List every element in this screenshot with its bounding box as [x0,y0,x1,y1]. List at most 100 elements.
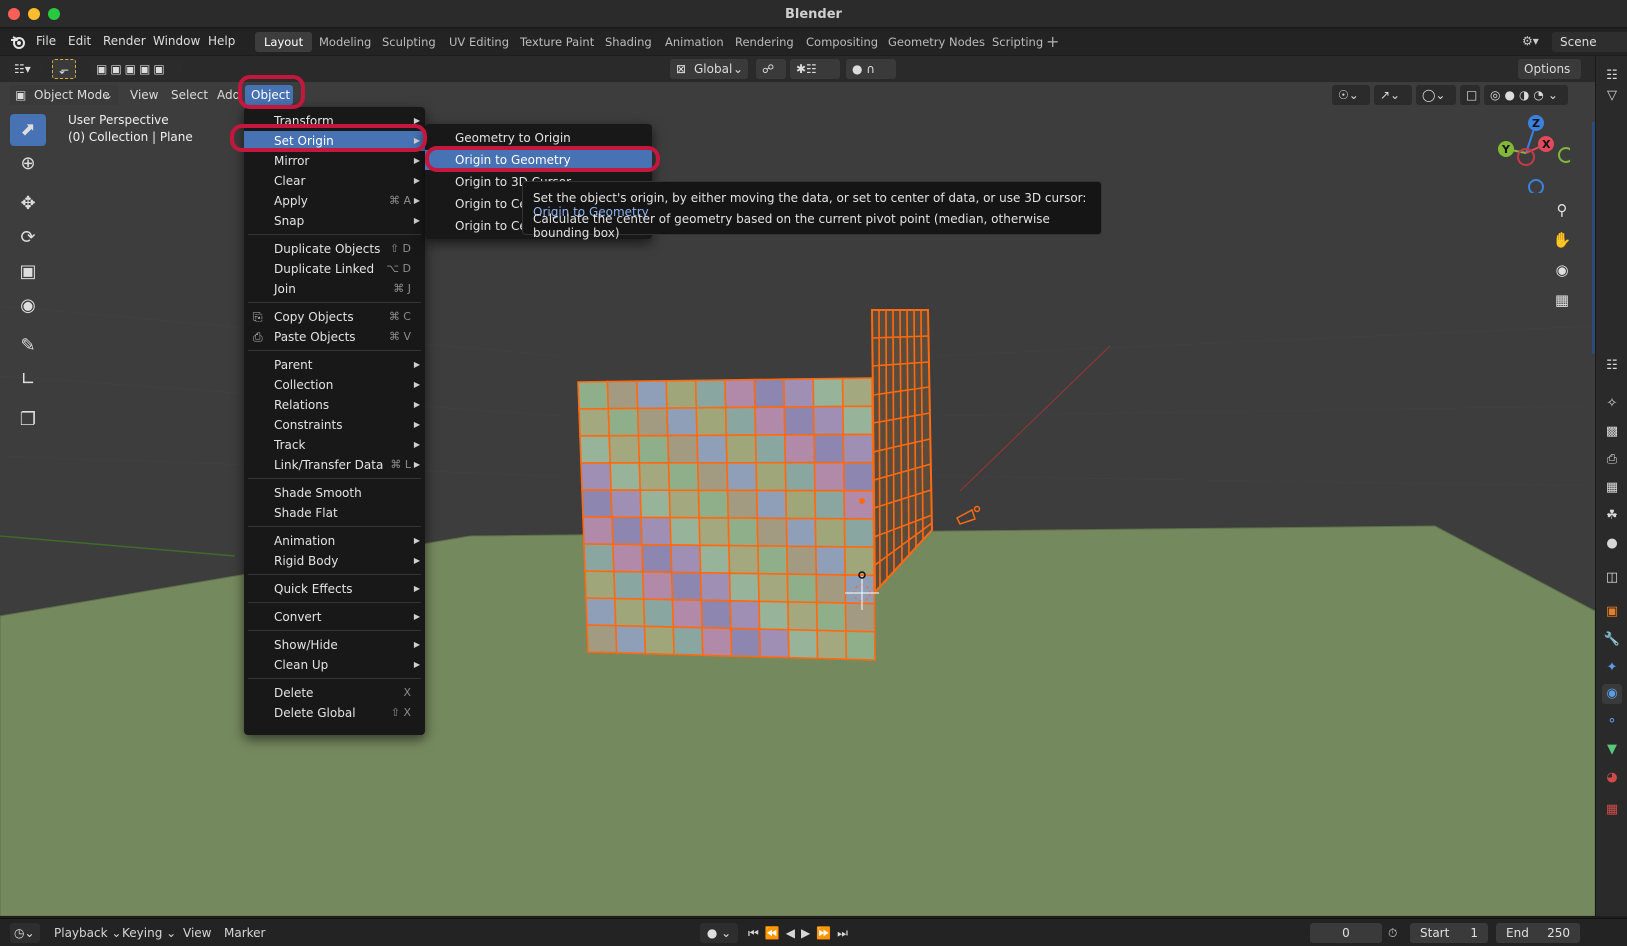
tab-geometry-nodes[interactable]: Geometry Nodes [879,32,994,52]
cursor-icon[interactable]: ⊕ [10,148,46,180]
tab-shading[interactable]: Shading [596,32,661,52]
scene-properties-icon[interactable]: ☘ [1602,506,1622,526]
navigation-gizmo[interactable]: Z Y X [1490,111,1570,193]
record-button[interactable]: ● ⌄ [700,923,738,943]
tab-rendering[interactable]: Rendering [726,32,803,52]
texture-icon[interactable]: ▦ [1602,800,1622,820]
material-icon[interactable]: ◕ [1602,768,1622,788]
scene-icon[interactable]: ⚙▾ [1522,34,1539,48]
grid-icon[interactable]: ▦ [1548,286,1576,314]
object-menu-item[interactable]: Animation ▶ [244,531,425,551]
particles-icon[interactable]: ✦ [1602,658,1622,678]
snap-toggle[interactable]: ✱☷ [790,59,840,79]
transform-icon[interactable]: ◉ [10,290,46,322]
menu-keying[interactable]: Keying ⌄ [122,926,176,940]
select-box-icon[interactable]: ⬈ [10,114,46,146]
tool-properties-icon[interactable]: ✧ [1602,394,1622,414]
object-menu-item[interactable]: Show/Hide ▶ [244,635,425,655]
set-origin-item[interactable]: Geometry to Origin [425,128,652,148]
visibility-icon[interactable]: ☉⌄ [1332,85,1370,105]
stopwatch-icon[interactable]: ⏱ [1388,926,1397,941]
tab-compositing[interactable]: Compositing [797,32,887,52]
tab-uv-editing[interactable]: UV Editing [440,32,518,52]
start-frame-field[interactable]: Start 1 [1410,923,1488,943]
measure-icon[interactable]: ∟ [10,364,46,396]
selection-mode-icons[interactable]: ▣▣▣▣▣ [90,59,182,79]
object-menu-item[interactable]: Quick Effects ▶ [244,579,425,599]
object-menu-item[interactable]: Duplicate Linked ⌥ D [244,259,425,279]
tab-texture-paint[interactable]: Texture Paint [511,32,603,52]
physics-icon[interactable]: ◉ [1602,684,1622,704]
scale-icon[interactable]: ▣ [10,256,46,288]
menu-playback[interactable]: Playback ⌄ [54,926,121,940]
object-properties-icon[interactable]: ▣ [1602,602,1622,622]
object-menu-item[interactable]: Rigid Body ▶ [244,551,425,571]
add-workspace-icon[interactable]: + [1046,32,1059,51]
rotate-icon[interactable]: ⟳ [10,222,46,254]
tab-layout[interactable]: Layout [255,32,313,52]
filter-icon[interactable]: ▽ [1602,86,1622,106]
menu-timeline-view[interactable]: View [183,926,211,940]
collection-properties-icon[interactable]: ◫ [1602,568,1622,588]
tab-modeling[interactable]: Modeling [310,32,380,52]
tab-animation[interactable]: Animation [656,32,733,52]
object-menu-item[interactable]: Relations ▶ [244,395,425,415]
object-menu-item[interactable]: Snap ▶ [244,211,425,231]
menu-select[interactable]: Select [171,88,208,102]
object-menu-item[interactable]: Convert ▶ [244,607,425,627]
scene-selector[interactable]: Scene [1552,32,1627,52]
camera-icon[interactable]: ◉ [1548,256,1576,284]
outliner-icon[interactable]: ☷ [1602,66,1622,86]
xray-icon[interactable]: □ [1460,85,1480,105]
view-layer-icon[interactable]: ▦ [1602,478,1622,498]
gizmo-toggle-icon[interactable]: ↗⌄ [1374,85,1412,105]
object-menu-item[interactable]: Delete X [244,683,425,703]
object-menu-item[interactable]: Apply ⌘ A ▶ [244,191,425,211]
select-box-icon[interactable]: ⬐ [52,59,76,79]
zoom-icon[interactable]: ⚲ [1548,196,1576,224]
menu-view[interactable]: View [130,88,158,102]
modifier-icon[interactable]: 🔧 [1602,630,1622,650]
move-icon[interactable]: ✥ [10,188,46,220]
object-menu-item[interactable]: Mirror ▶ [244,151,425,171]
object-menu-item[interactable]: Track ▶ [244,435,425,455]
render-properties-icon[interactable]: ▩ [1602,422,1622,442]
blender-logo-icon[interactable] [10,34,26,50]
menu-help[interactable]: Help [208,34,235,48]
object-menu-item[interactable]: Parent ▶ [244,355,425,375]
data-icon[interactable]: ▼ [1602,740,1622,760]
object-menu-item[interactable]: Shade Flat [244,503,425,523]
mode-select[interactable]: ▣ Object Mode ⌄ [10,85,118,105]
tab-scripting[interactable]: Scripting [983,32,1052,52]
object-menu-item[interactable]: Constraints ▶ [244,415,425,435]
playback-controls[interactable]: ⏮⏪◀▶⏩⏭ [748,926,854,941]
object-menu-item[interactable]: Copy Objects ⎘ ⌘ C [244,307,425,327]
transform-orientation-select[interactable]: ⊠ Global ⌄ [670,59,748,79]
constraints-icon[interactable]: ⚬ [1602,712,1622,732]
timeline-editor-icon[interactable]: ◷⌄ [10,923,40,943]
menu-file[interactable]: File [36,34,56,48]
overlays-icon[interactable]: ◯⌄ [1416,85,1456,105]
menu-render[interactable]: Render [103,34,146,48]
object-menu-item[interactable]: Duplicate Objects ⇧ D [244,239,425,259]
menu-edit[interactable]: Edit [68,34,91,48]
object-menu-item[interactable]: Link/Transfer Data ⌘ L ▶ [244,455,425,475]
object-menu-item[interactable]: Paste Objects ⎙ ⌘ V [244,327,425,347]
end-frame-field[interactable]: End 250 [1496,923,1580,943]
proportional-edit-toggle[interactable]: ● ∩ [846,59,896,79]
object-menu-item[interactable]: Join ⌘ J [244,279,425,299]
menu-add[interactable]: Add [217,88,240,102]
shading-mode-icons[interactable]: ◎●◑◔⌄ [1484,85,1568,105]
output-properties-icon[interactable]: ⎙ [1602,450,1622,470]
pivot-point-select[interactable]: ☍ [756,59,786,79]
world-properties-icon[interactable]: ● [1602,534,1622,554]
object-menu-item[interactable]: Delete Global ⇧ X [244,703,425,723]
annotate-icon[interactable]: ✎ [10,330,46,362]
tab-sculpting[interactable]: Sculpting [373,32,445,52]
object-menu-item[interactable]: Clean Up ▶ [244,655,425,675]
object-menu-item[interactable]: Clear ▶ [244,171,425,191]
properties-editor-icon[interactable]: ☷ [1602,356,1622,376]
hand-icon[interactable]: ✋ [1548,226,1576,254]
add-cube-icon[interactable]: ❐ [10,404,46,436]
current-frame-field[interactable]: 0 [1310,923,1382,943]
